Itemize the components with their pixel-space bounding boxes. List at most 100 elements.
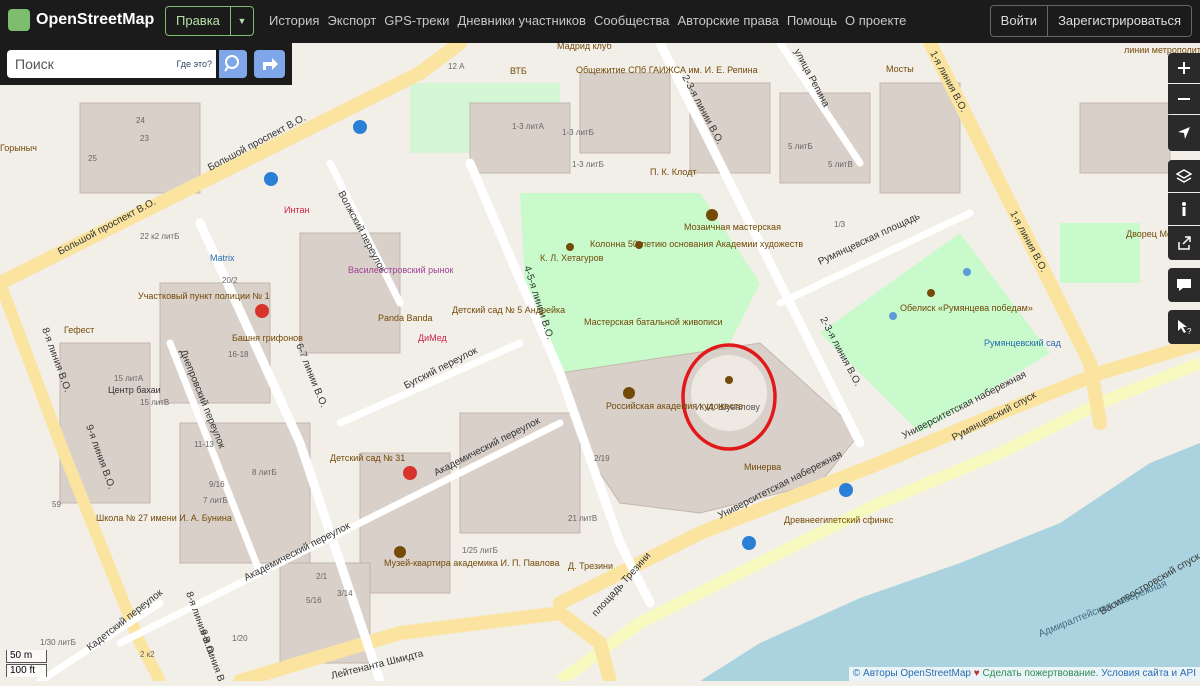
house-number: 16-18: [228, 350, 249, 359]
map-svg: Большой проспект В.О. Большой проспект В…: [0, 36, 1200, 686]
share-icon: [1178, 236, 1191, 250]
query-cursor-icon: ?: [1178, 320, 1192, 335]
house-number: 5 литВ: [828, 160, 853, 169]
nav-diaries[interactable]: Дневники участников: [457, 13, 586, 28]
building: [1079, 102, 1171, 174]
poi-label: Горыныч: [0, 143, 37, 153]
poi-label: Детский сад № 31: [330, 453, 405, 463]
top-header: OpenStreetMap Правка ▼ История Экспорт G…: [0, 0, 1200, 43]
nav-history[interactable]: История: [269, 13, 319, 28]
directions-icon: [263, 58, 278, 70]
building: [469, 102, 571, 174]
house-number: 2/19: [594, 454, 610, 463]
nav-help[interactable]: Помощь: [787, 13, 837, 28]
poi-label: Василеостровский рынок: [348, 265, 454, 275]
house-number: 8 литБ: [252, 468, 277, 477]
search-icon: [224, 55, 239, 72]
hospital-icon: [403, 466, 417, 480]
query-features-button[interactable]: ?: [1168, 310, 1200, 344]
edit-button-group: Правка ▼: [165, 6, 254, 36]
share-button[interactable]: [1168, 226, 1200, 260]
poi-label: Matrix: [210, 253, 235, 263]
search-input[interactable]: Поиск Где это?: [7, 50, 216, 78]
parking-icon: [839, 483, 853, 497]
house-number: 59: [52, 500, 61, 509]
museum-icon: [623, 387, 635, 399]
login-button[interactable]: Войти: [991, 6, 1047, 36]
nav-communities[interactable]: Сообщества: [594, 13, 670, 28]
poi-label: Обелиск «Румянцева победам»: [900, 303, 1033, 313]
poi-label: Школа № 27 имени И. А. Бунина: [96, 513, 232, 523]
nav-gps-traces[interactable]: GPS-треки: [384, 13, 449, 28]
poi-label: Д. Трезини: [568, 561, 613, 571]
poi-label: ВТБ: [510, 66, 527, 76]
map-canvas[interactable]: Большой проспект В.О. Большой проспект В…: [0, 36, 1200, 686]
poi-label: Детский сад № 5 Андрейка: [452, 305, 565, 315]
search-panel: Поиск Где это?: [0, 43, 292, 85]
chevron-down-icon[interactable]: ▼: [229, 7, 253, 35]
house-number: 24: [136, 116, 145, 125]
scale-imperial: 100 ft: [6, 664, 47, 677]
main-nav: История Экспорт GPS-треки Дневники участ…: [269, 13, 906, 28]
signup-button[interactable]: Зарегистрироваться: [1047, 6, 1191, 36]
add-note-button[interactable]: [1168, 268, 1200, 302]
museum-icon: [706, 209, 718, 221]
auth-group: Войти Зарегистрироваться: [989, 5, 1192, 37]
poi-label: К. Л. Хетагуров: [540, 253, 604, 263]
poi-label: Румянцевский сад: [984, 338, 1062, 348]
house-number: 1-3 литБ: [562, 128, 594, 137]
house-number: 22 к2 литБ: [140, 232, 179, 241]
poi-label: Российская академия художеств: [606, 401, 743, 411]
shuvalov-courtyard: [691, 355, 767, 431]
nav-export[interactable]: Экспорт: [327, 13, 376, 28]
locate-button[interactable]: [1168, 115, 1200, 151]
obelisk-icon: [927, 289, 935, 297]
house-number: 11-13: [194, 440, 214, 449]
zoom-out-button[interactable]: [1168, 84, 1200, 114]
building: [579, 72, 671, 154]
map-key-button[interactable]: [1168, 193, 1200, 225]
poi-label: Мадрид клуб: [557, 43, 612, 51]
poi-label: П. К. Клодт: [650, 167, 697, 177]
where-is-this-link[interactable]: Где это?: [177, 59, 212, 69]
poi-label: Panda Banda: [378, 313, 433, 323]
poi-label: Башня грифонов: [232, 333, 303, 343]
monument-icon: [566, 243, 574, 251]
poi-label: Гефест: [64, 325, 94, 335]
house-number: 9/16: [209, 480, 225, 489]
layers-button[interactable]: [1168, 160, 1200, 192]
nav-about[interactable]: О проекте: [845, 13, 906, 28]
house-number: 12 А: [448, 62, 465, 71]
scale-metric: 50 m: [6, 650, 47, 663]
house-number: 1-3 литА: [512, 122, 545, 131]
zoom-in-button[interactable]: [1168, 53, 1200, 83]
house-number: 1/25 литБ: [462, 546, 498, 555]
logo[interactable]: OpenStreetMap: [8, 9, 154, 31]
house-number: 5 литБ: [788, 142, 813, 151]
info-icon: [1182, 202, 1186, 216]
nav-copyright[interactable]: Авторские права: [677, 13, 778, 28]
poi-label: Минерва: [744, 462, 781, 472]
fountain-icon: [963, 268, 971, 276]
house-number: 1/30 литБ: [40, 638, 76, 647]
poi-label: Музей-квартира академика И. П. Павлова: [384, 558, 560, 568]
parking-icon: [264, 172, 278, 186]
attribution-authors-link[interactable]: © Авторы OpenStreetMap: [853, 668, 971, 679]
house-number: 3/14: [337, 589, 353, 598]
scale-bar: 50 m 100 ft: [6, 649, 47, 677]
search-placeholder: Поиск: [15, 56, 54, 72]
building: [299, 232, 401, 354]
directions-button[interactable]: [254, 50, 285, 78]
edit-button[interactable]: Правка: [166, 7, 230, 35]
house-number: 21 литВ: [568, 514, 597, 523]
house-number: 15 литВ: [140, 398, 169, 407]
poi-label: ДиМед: [418, 333, 448, 343]
donate-link[interactable]: Сделать пожертвование: [982, 668, 1095, 679]
locate-arrow-icon: [1178, 127, 1190, 139]
building: [879, 82, 961, 194]
terms-link[interactable]: . Условия сайта и API: [1096, 668, 1196, 679]
search-button[interactable]: [219, 50, 247, 78]
house-number: 23: [140, 134, 149, 143]
house-number: 7 литБ: [203, 496, 228, 505]
minus-icon: [1178, 98, 1190, 100]
